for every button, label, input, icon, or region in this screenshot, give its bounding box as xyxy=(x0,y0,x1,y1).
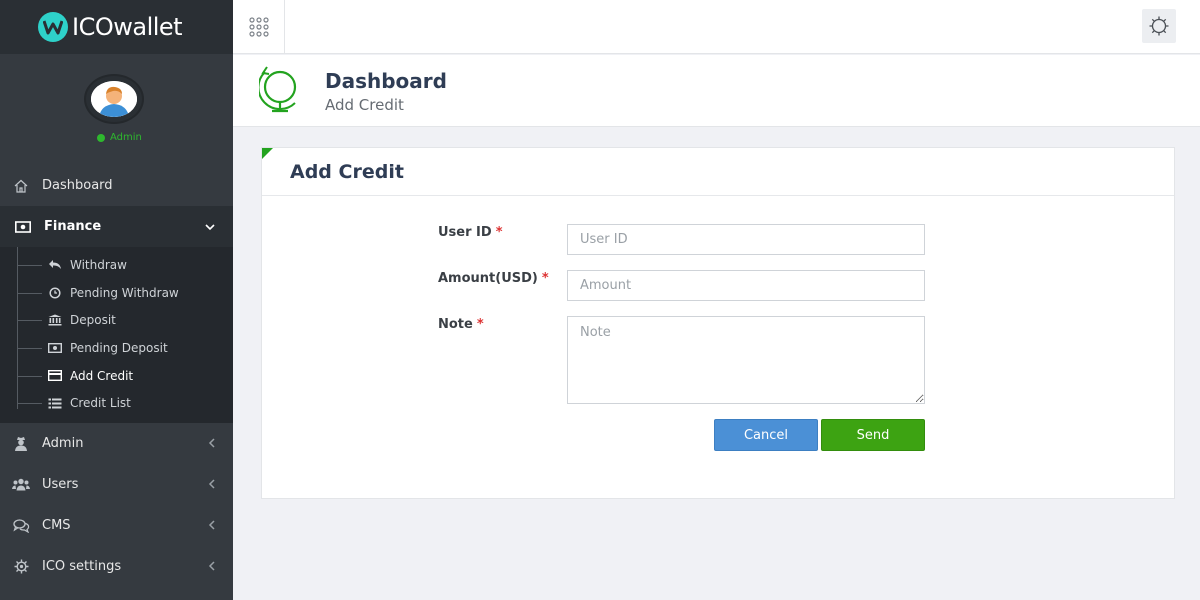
apps-grid-icon xyxy=(248,17,269,37)
settings-button[interactable] xyxy=(1142,9,1176,43)
card-title: Add Credit xyxy=(290,160,404,183)
card-corner-accent xyxy=(262,148,273,159)
user-id-label: User ID * xyxy=(438,225,503,240)
sidebar-item-label: Users xyxy=(42,477,79,493)
list-icon xyxy=(48,397,62,409)
avatar[interactable] xyxy=(84,74,144,124)
money-icon xyxy=(13,219,33,235)
sidebar-item-ico-settings[interactable]: ICO settings xyxy=(0,546,233,587)
submenu-item-deposit[interactable]: Deposit xyxy=(0,306,233,334)
sidebar-item-label: Admin xyxy=(42,436,84,452)
gear-icon xyxy=(1149,16,1169,36)
credit-card-icon xyxy=(48,370,62,382)
sidebar-item-users[interactable]: Users xyxy=(0,464,233,505)
sidebar-item-label: Finance xyxy=(44,219,102,234)
apps-grid-button[interactable] xyxy=(233,0,285,54)
user-status: Admin xyxy=(97,132,142,143)
submenu-item-pending-withdraw[interactable]: Pending Withdraw xyxy=(0,279,233,307)
reply-icon xyxy=(48,259,62,271)
chevron-down-icon xyxy=(205,220,215,234)
amount-input[interactable] xyxy=(567,270,925,301)
sidebar-item-label: Dashboard xyxy=(42,178,113,193)
submenu-item-add-credit[interactable]: Add Credit xyxy=(0,362,233,390)
brand-logo-icon xyxy=(38,12,68,42)
profile: Admin xyxy=(0,54,233,165)
chevron-left-icon xyxy=(208,519,215,533)
money-icon xyxy=(48,342,62,354)
users-icon xyxy=(11,477,31,493)
sidebar-item-dashboard[interactable]: Dashboard xyxy=(0,165,233,206)
page-subtitle: Add Credit xyxy=(325,96,404,114)
required-marker: * xyxy=(495,225,503,240)
submenu-item-withdraw[interactable]: Withdraw xyxy=(0,251,233,279)
user-id-input[interactable] xyxy=(567,224,925,255)
bank-icon xyxy=(48,314,62,326)
cancel-button[interactable]: Cancel xyxy=(714,419,818,451)
comments-icon xyxy=(11,518,31,534)
send-button[interactable]: Send xyxy=(821,419,925,451)
sidebar-item-label: ICO settings xyxy=(42,559,122,575)
add-credit-card: Add Credit User ID* Amount(USD)* Note* C… xyxy=(261,147,1175,499)
brand-name: ICOwallet xyxy=(72,13,183,41)
sidebar: ICOwallet Admin Dashboard Finance Withdr… xyxy=(0,0,233,600)
submenu-item-label: Withdraw xyxy=(70,257,127,272)
gear-icon xyxy=(11,559,31,575)
submenu-item-label: Pending Withdraw xyxy=(70,285,179,300)
user-secret-icon xyxy=(11,436,31,452)
submenu-item-label: Add Credit xyxy=(70,368,134,383)
online-status-icon xyxy=(97,133,105,142)
page-header: Dashboard Add Credit xyxy=(233,55,1200,127)
card-header: Add Credit xyxy=(262,148,1174,196)
user-avatar-icon xyxy=(91,81,137,117)
clock-icon xyxy=(48,286,62,299)
sidebar-item-label: CMS xyxy=(42,518,71,534)
submenu-item-credit-list[interactable]: Credit List xyxy=(0,389,233,417)
globe-icon xyxy=(259,66,297,113)
note-textarea[interactable] xyxy=(567,316,925,404)
note-label-text: Note xyxy=(438,317,473,332)
chevron-left-icon xyxy=(208,478,215,492)
sidebar-item-cms[interactable]: CMS xyxy=(0,505,233,546)
brand[interactable]: ICOwallet xyxy=(0,0,233,54)
required-marker: * xyxy=(541,271,549,286)
finance-submenu: Withdraw Pending Withdraw Deposit Pendin… xyxy=(0,247,233,424)
sidebar-item-finance[interactable]: Finance xyxy=(0,206,233,247)
submenu-item-label: Deposit xyxy=(70,313,116,328)
user-role: Admin xyxy=(110,132,142,143)
sidebar-item-admin[interactable]: Admin xyxy=(0,423,233,464)
chevron-left-icon xyxy=(208,437,215,451)
amount-label-text: Amount(USD) xyxy=(438,271,538,286)
note-label: Note * xyxy=(438,317,484,332)
submenu-item-label: Pending Deposit xyxy=(70,340,168,355)
amount-label: Amount(USD) * xyxy=(438,271,549,286)
submenu-item-pending-deposit[interactable]: Pending Deposit xyxy=(0,334,233,362)
user-id-label-text: User ID xyxy=(438,225,492,240)
page-title: Dashboard xyxy=(325,69,447,93)
chevron-left-icon xyxy=(208,560,215,574)
submenu-item-label: Credit List xyxy=(70,396,131,411)
home-icon xyxy=(11,178,31,194)
topbar xyxy=(233,0,1200,54)
required-marker: * xyxy=(476,317,484,332)
